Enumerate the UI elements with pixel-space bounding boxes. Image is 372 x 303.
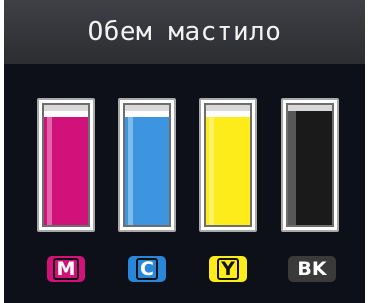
label-black-text: BK [297, 258, 327, 280]
ink-volume-screen: Обем мастило M C Y BK [4, 0, 365, 303]
cartridge-cyan [118, 98, 176, 232]
cartridge-cyan-body [123, 103, 171, 227]
label-magenta-text: M [52, 258, 80, 280]
label-yellow: Y [209, 256, 247, 282]
cartridge-yellow [199, 98, 257, 232]
cartridge-black [281, 98, 339, 232]
cartridge-magenta [37, 98, 95, 232]
cartridge-black-highlight [288, 111, 296, 225]
cartridge-magenta-highlight [47, 111, 52, 225]
title-bar: Обем мастило [4, 0, 365, 64]
page-title: Обем мастило [87, 17, 282, 47]
cartridge-black-body [286, 103, 334, 227]
label-cyan-text: C [136, 258, 158, 280]
label-cyan: C [128, 256, 166, 282]
label-yellow-text: Y [217, 258, 239, 280]
cartridge-magenta-body [42, 103, 90, 227]
label-magenta: M [47, 256, 85, 282]
cartridge-yellow-highlight [209, 111, 214, 225]
label-black: BK [288, 256, 336, 282]
cartridge-cyan-highlight [128, 111, 133, 225]
cartridge-yellow-body [204, 103, 252, 227]
